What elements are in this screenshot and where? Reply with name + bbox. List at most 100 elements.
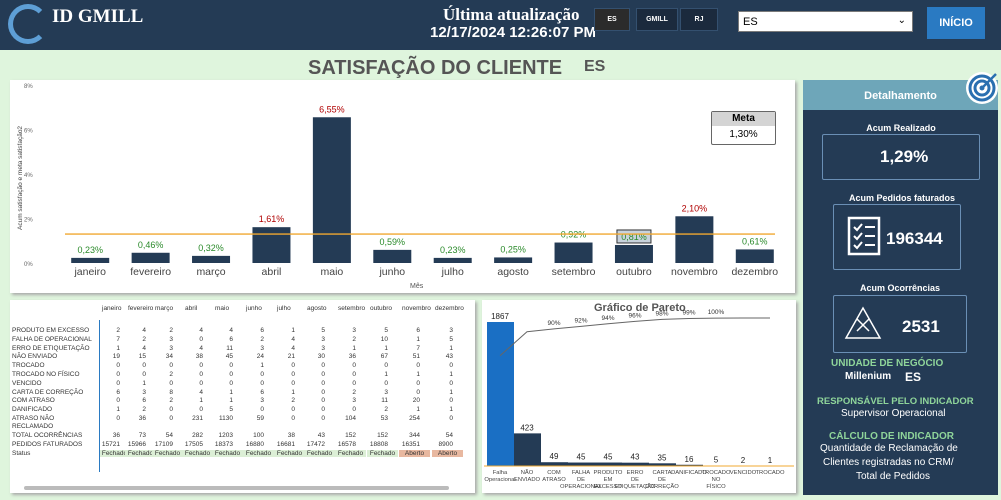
bar-dezembro	[735, 249, 774, 263]
pareto-tick-label: CARTA	[652, 470, 671, 476]
pareto-tick-label: EM	[604, 477, 613, 483]
pareto-cum-label: 90%	[547, 320, 560, 327]
table-cell: 3	[169, 344, 173, 352]
detail-panel: Detalhamento Acum Realizado 1,29% Acum P…	[803, 72, 998, 495]
pareto-data-label: 1	[768, 456, 773, 465]
table-cell: 11	[381, 397, 388, 405]
table-cell: 2	[352, 388, 356, 396]
segment-rj-button[interactable]: RJ	[680, 8, 718, 31]
calculo-line-2: Clientes registradas no CRM/	[823, 457, 954, 468]
table-cell: 30	[317, 353, 325, 361]
table-cell: 4	[199, 327, 203, 334]
table-cell: 18373	[214, 440, 233, 448]
table-cell: 0	[321, 388, 325, 396]
table-cell: 16578	[337, 440, 356, 448]
table-cell: 38	[287, 432, 295, 439]
pareto-data-label: 49	[550, 452, 559, 461]
table-cell: 34	[165, 353, 173, 361]
update-time: 12/17/2024 12:26:07 PM	[430, 24, 596, 41]
calculo-line-3: Total de Pedidos	[856, 471, 930, 482]
table-cell: 1203	[218, 432, 233, 439]
table-cell: 6	[260, 388, 264, 396]
table-cell: 36	[348, 353, 356, 361]
table-cell: 3	[169, 335, 173, 343]
target-icon	[966, 72, 998, 104]
acum-ocorrencias-label: Acum Ocorrências	[859, 283, 941, 293]
bar-janeiro	[71, 257, 110, 263]
table-cell: 1	[384, 371, 388, 378]
unit-select[interactable]: ES ⌄	[738, 11, 913, 32]
table-cell: 0	[229, 379, 233, 387]
pareto-tick-label: ATRASO	[542, 477, 566, 483]
table-cell: 53	[380, 415, 388, 422]
table-cell: 0	[199, 379, 203, 387]
table-cell: 16681	[276, 440, 295, 448]
table-cell: 54	[445, 432, 453, 439]
table-cell: 0	[169, 415, 173, 422]
meta-value: 1,30%	[729, 129, 758, 140]
pareto-chart-svg: 1867 FalhaOperacional 423 NÃOENVIADO 49 COMAT…	[484, 309, 794, 490]
x-tick-label: janeiro	[73, 266, 106, 278]
table-cell: 16880	[245, 440, 264, 448]
segment-es-button[interactable]: ES	[594, 8, 630, 31]
pareto-data-label: 423	[520, 423, 534, 432]
pareto-tick-label: TROCADO	[702, 470, 731, 476]
table-cell: 0	[321, 371, 325, 378]
bar-data-label: 0,25%	[500, 244, 526, 254]
table-horizontal-scrollbar[interactable]	[24, 486, 449, 490]
table-cell: 0	[416, 388, 420, 396]
y-tick-label: 4%	[24, 173, 33, 179]
table-cell: 1	[449, 371, 453, 378]
table-cell: 10	[380, 335, 388, 343]
table-cell: 1	[142, 379, 146, 387]
table-cell: 0	[321, 415, 325, 422]
pareto-tick-label: CORREÇÃO	[645, 483, 679, 490]
table-cell: 0	[169, 362, 173, 370]
table-cell: 67	[380, 353, 388, 361]
pareto-tick-label: DE	[631, 477, 639, 483]
table-row-label: CARTA DE CORREÇÃO	[12, 388, 84, 396]
table-cell: 1	[416, 335, 420, 343]
table-cell: 45	[225, 353, 233, 361]
bar-data-label: 2,10%	[682, 203, 708, 213]
table-cell: 18808	[369, 440, 388, 448]
segment-gmill-button[interactable]: GMILL	[636, 8, 678, 31]
table-cell: 1	[291, 327, 295, 334]
responsavel-label: RESPONSÁVEL PELO INDICADOR	[817, 396, 974, 407]
table-cell: 3	[260, 397, 264, 405]
table-cell: 5	[384, 327, 388, 334]
bar-fevereiro	[131, 252, 170, 263]
table-cell: 4	[291, 335, 295, 343]
pareto-chart: Gráfico de Pareto 1867 Falha Operacional 42…	[482, 300, 796, 493]
table-cell: 0	[291, 362, 295, 370]
home-button[interactable]: INÍCIO	[927, 7, 985, 39]
table-cell: 254	[409, 415, 420, 422]
table-cell: 0	[352, 379, 356, 387]
table-cell: 231	[192, 415, 203, 422]
table-cell: 0	[384, 379, 388, 387]
table-cell: 0	[291, 371, 295, 378]
table-cell: 3	[142, 388, 146, 396]
table-cell: 344	[409, 432, 420, 439]
table-cell: Fechado	[335, 449, 366, 457]
calculo-line-1: Quantidade de Reclamação de	[820, 443, 958, 454]
table-cell: 0	[229, 362, 233, 370]
table-cell: 8900	[438, 440, 453, 448]
table-header-cell: setembro	[338, 305, 366, 312]
table-cell: 4	[199, 344, 203, 352]
table-row-label: DANIFICADO	[12, 406, 53, 414]
table-cell: 0	[321, 406, 325, 414]
pareto-tick-label: ENVIADO	[514, 477, 541, 483]
table-cell: 1	[449, 388, 453, 396]
table-cell: 1	[449, 344, 453, 352]
table-header-cell: junho	[246, 305, 262, 312]
page-title: SATISFAÇÃO DO CLIENTE	[308, 57, 563, 79]
brand-logo-icon	[8, 4, 48, 44]
table-cell: 1	[384, 344, 388, 352]
pareto-tick-label: Falha	[493, 470, 508, 476]
table-cell: 24	[256, 353, 264, 361]
table-cell: 0	[260, 371, 264, 378]
table-header-cell: julho	[277, 305, 291, 312]
table-header-cell: outubro	[370, 305, 393, 312]
table-cell: Fechado	[243, 449, 274, 457]
